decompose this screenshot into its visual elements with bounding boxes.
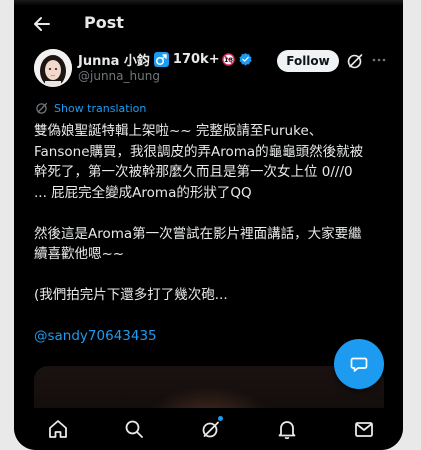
search-icon[interactable] xyxy=(123,418,145,440)
verified-badge-icon xyxy=(239,52,252,66)
author-handle[interactable]: @junna_hung xyxy=(78,69,160,83)
translate-icon xyxy=(36,102,48,114)
post-text-line: (我們拍完片下還多打了幾次砲... xyxy=(34,287,228,303)
show-translation-link[interactable]: Show translation xyxy=(35,100,146,116)
grok-nav-button[interactable] xyxy=(200,416,223,440)
post-body: 雙偽娘聖誕特輯上架啦~~ 完整版請至Furuke、 Fansone購買，我很調皮… xyxy=(34,121,394,347)
post-text-line xyxy=(34,306,394,327)
post-text-line: 續喜歡他嗯~~ xyxy=(34,246,125,262)
post-text-line: ... 屁屁完全變成Aroma的形狀了QQ xyxy=(34,184,252,201)
avatar-image xyxy=(34,49,72,87)
more-options-icon[interactable] xyxy=(371,52,387,68)
grok-icon xyxy=(202,421,219,438)
bottom-navigation xyxy=(14,408,403,450)
messages-icon[interactable] xyxy=(353,418,375,440)
post-text-line xyxy=(34,265,394,286)
compose-post-button[interactable] xyxy=(334,339,384,389)
follow-button[interactable]: Follow xyxy=(277,50,339,72)
arrow-left-icon[interactable] xyxy=(32,14,52,34)
mention-link[interactable]: @sandy70643435 xyxy=(34,326,394,347)
post-text-line: 雙偽娘聖誕特輯上架啦~~ 完整版請至Furuke、 xyxy=(34,123,323,139)
post-text-line: Fansone購買，我很調皮的弄Aroma的龜龜頭然後就被 xyxy=(34,143,364,160)
post-screen: Post Junna 小鈞 170k+ 18 xyxy=(14,0,403,450)
post-text-line: 幹死了，第一次被幹那麼久而且是第一次女上位 0///0 xyxy=(34,164,353,180)
unread-dot xyxy=(218,416,223,421)
home-icon[interactable] xyxy=(47,418,69,440)
avatar[interactable] xyxy=(34,49,72,87)
notifications-icon[interactable] xyxy=(276,418,298,440)
header-bar: Post xyxy=(14,8,403,40)
compose-post-icon xyxy=(350,357,368,372)
no-under-18-icon: 18 xyxy=(221,52,235,66)
grok-icon[interactable] xyxy=(346,52,364,70)
male-sign-icon xyxy=(153,51,169,67)
post-text-line: 然後這是Aroma第一次嘗試在影片裡面講話，大家要繼 xyxy=(34,225,362,242)
show-translation-label[interactable]: Show translation xyxy=(54,102,146,115)
post-text-line xyxy=(34,203,394,224)
author-display-name[interactable]: Junna 小鈞 xyxy=(78,50,150,69)
follower-count-text: 170k+ xyxy=(172,51,220,67)
page-title: Post xyxy=(84,13,124,32)
top-edge xyxy=(14,0,403,6)
author-name-line[interactable]: Junna 小鈞 170k+ 18 xyxy=(78,49,253,69)
